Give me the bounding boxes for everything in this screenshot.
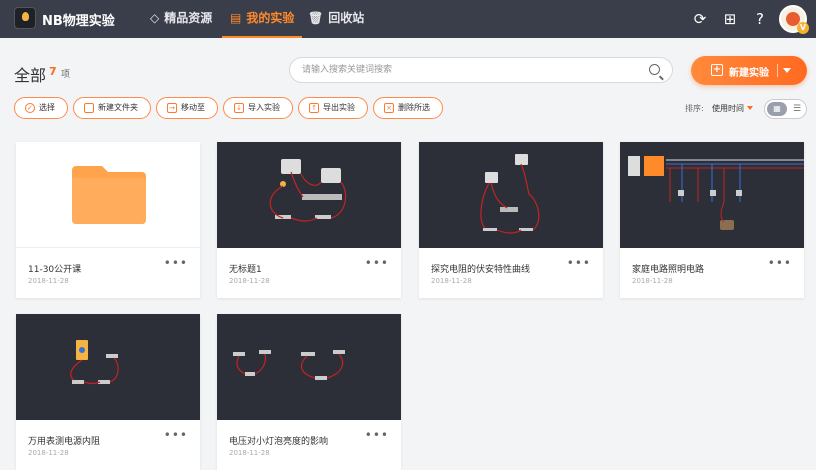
item-count: 7 xyxy=(49,65,57,78)
new-experiment-button[interactable]: + 新建实验 xyxy=(691,56,807,85)
new-folder-label: 新建文件夹 xyxy=(98,103,138,112)
trash-icon: × xyxy=(384,103,394,113)
new-experiment-label: 新建实验 xyxy=(729,68,769,79)
download-icon: ↓ xyxy=(234,103,244,113)
app-title: NB物理实验 xyxy=(42,14,115,29)
chevron-down-icon[interactable] xyxy=(783,68,791,73)
page-title: 全部 xyxy=(14,66,47,85)
folder-icon xyxy=(84,103,94,113)
search-box xyxy=(289,57,673,83)
card-date: 2018-11-28 xyxy=(28,277,69,285)
circuit-thumbnail xyxy=(16,314,200,420)
chevron-down-icon[interactable] xyxy=(747,106,753,110)
card-date: 2018-11-28 xyxy=(229,449,270,457)
folder-icon xyxy=(72,166,146,224)
nav-my-experiments-label: 我的实验 xyxy=(246,11,295,25)
card-title: 万用表测电源内阻 xyxy=(28,437,101,447)
more-options-icon[interactable]: ••• xyxy=(164,256,188,270)
import-experiment-button[interactable]: ↓ 导入实验 xyxy=(223,97,293,119)
move-to-button[interactable]: → 移动至 xyxy=(156,97,218,119)
card-title: 家庭电路照明电路 xyxy=(632,265,705,275)
card-date: 2018-11-28 xyxy=(632,277,673,285)
book-icon: ▤ xyxy=(230,11,242,25)
import-label: 导入实验 xyxy=(248,103,280,112)
diamond-icon: ◇ xyxy=(150,11,160,25)
select-label: 选择 xyxy=(39,103,55,112)
grid-view-icon[interactable]: ▦ xyxy=(767,102,787,116)
experiment-card[interactable]: 家庭电路照明电路 2018-11-28 ••• xyxy=(620,142,804,298)
nav-featured-label: 精品资源 xyxy=(164,11,213,25)
check-circle-icon: ✓ xyxy=(25,103,35,113)
experiment-card[interactable]: 万用表测电源内阻 2018-11-28 ••• xyxy=(16,314,200,470)
move-to-label: 移动至 xyxy=(181,103,205,112)
experiment-card[interactable]: 电压对小灯泡亮度的影响 2018-11-28 ••• xyxy=(217,314,401,470)
plus-icon: + xyxy=(711,64,723,76)
circuit-thumbnail xyxy=(419,142,603,248)
card-title: 探究电阻的伏安特性曲线 xyxy=(431,265,531,275)
more-options-icon[interactable]: ••• xyxy=(365,256,389,270)
nav-featured-resources[interactable]: ◇ 精品资源 xyxy=(150,0,212,38)
add-screen-icon[interactable]: ⊞ xyxy=(720,9,740,29)
refresh-icon[interactable]: ⟳ xyxy=(690,9,710,29)
nav-my-experiments[interactable]: ▤ 我的实验 xyxy=(222,0,303,38)
folder-thumbnail xyxy=(16,142,200,248)
experiment-card[interactable]: 探究电阻的伏安特性曲线 2018-11-28 ••• xyxy=(419,142,603,298)
sort-dropdown[interactable]: 使用时间 xyxy=(712,103,744,114)
card-date: 2018-11-28 xyxy=(431,277,472,285)
card-title: 11-30公开课 xyxy=(28,265,82,275)
top-nav-bar: NB物理实验 ◇ 精品资源 ▤ 我的实验 🗑 回收站 ⟳ ⊞ ? xyxy=(0,0,816,38)
export-experiment-button[interactable]: ↑ 导出实验 xyxy=(298,97,368,119)
more-options-icon[interactable]: ••• xyxy=(365,428,389,442)
select-button[interactable]: ✓ 选择 xyxy=(14,97,68,119)
help-icon[interactable]: ? xyxy=(750,9,770,29)
more-options-icon[interactable]: ••• xyxy=(567,256,591,270)
nav-recycle-bin[interactable]: 🗑 回收站 xyxy=(308,0,364,38)
experiment-card[interactable]: 无标题1 2018-11-28 ••• xyxy=(217,142,401,298)
card-title: 无标题1 xyxy=(229,265,262,275)
user-avatar[interactable] xyxy=(779,5,809,34)
card-title: 电压对小灯泡亮度的影响 xyxy=(229,437,329,447)
export-label: 导出实验 xyxy=(323,103,355,112)
card-date: 2018-11-28 xyxy=(28,449,69,457)
nav-recycle-label: 回收站 xyxy=(328,11,365,25)
new-folder-button[interactable]: 新建文件夹 xyxy=(73,97,151,119)
delete-label: 删除所选 xyxy=(398,103,430,112)
item-count-unit: 项 xyxy=(61,70,71,80)
view-toggle: ▦ ☰ xyxy=(764,99,807,119)
move-icon: → xyxy=(167,103,177,113)
search-icon[interactable] xyxy=(649,64,660,75)
delete-selected-button[interactable]: × 删除所选 xyxy=(373,97,443,119)
trash-icon: 🗑 xyxy=(308,11,324,25)
circuit-thumbnail xyxy=(217,314,401,420)
list-view-icon[interactable]: ☰ xyxy=(790,102,804,116)
circuit-thumbnail xyxy=(217,142,401,248)
circuit-thumbnail xyxy=(620,142,804,248)
app-logo[interactable] xyxy=(14,7,36,29)
card-date: 2018-11-28 xyxy=(229,277,270,285)
experiment-card[interactable]: 11-30公开课 2018-11-28 ••• xyxy=(16,142,200,298)
more-options-icon[interactable]: ••• xyxy=(164,428,188,442)
search-input[interactable] xyxy=(302,62,642,78)
upload-icon: ↑ xyxy=(309,103,319,113)
more-options-icon[interactable]: ••• xyxy=(768,256,792,270)
button-separator xyxy=(777,64,778,77)
sort-label: 排序: xyxy=(685,104,704,113)
